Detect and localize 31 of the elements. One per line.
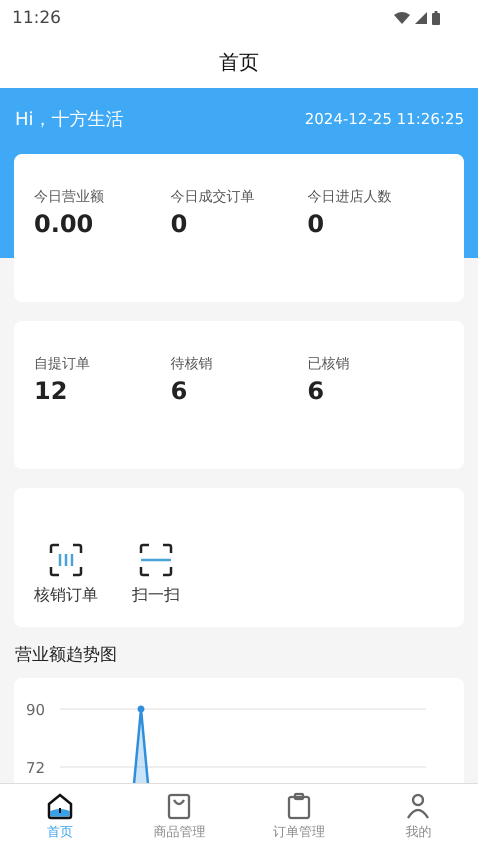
axis-label: 90 (26, 701, 46, 719)
stat-label: 今日成交订单 (170, 188, 256, 206)
page-title: 首页 (219, 48, 259, 76)
home-icon (46, 792, 74, 820)
stat-label: 今日进店人数 (307, 188, 392, 206)
tab[interactable]: 我的 (358, 784, 478, 850)
status-time: 11:26 (12, 8, 61, 28)
stat-label: 自提订单 (34, 355, 91, 373)
axis-label: 72 (26, 759, 46, 777)
verify-order-button[interactable]: 核销订单 (24, 539, 108, 610)
scan-icon (139, 543, 173, 577)
battery-icon (432, 11, 440, 25)
stat-value: 0 (307, 210, 326, 238)
greeting: Hi，十方生活 (15, 108, 124, 131)
stat-value: 6 (170, 377, 188, 405)
signal-icon (415, 12, 427, 24)
scan-button[interactable]: 扫一扫 (122, 539, 190, 610)
stat-value: 12 (34, 377, 68, 405)
stat-value: 0.00 (34, 210, 94, 238)
stat-label: 今日营业额 (34, 188, 105, 206)
wifi-icon (394, 12, 410, 24)
stat-value: 6 (307, 377, 326, 405)
section-title: 营业额趋势图 (14, 644, 118, 667)
tab[interactable]: 首页 (0, 784, 120, 850)
datetime: 2024-12-25 11:26:25 (304, 110, 464, 128)
stat-value: 0 (170, 210, 188, 238)
tab[interactable]: 商品管理 (120, 784, 239, 850)
barcode-scan-icon (49, 543, 83, 577)
tab[interactable]: 订单管理 (239, 784, 358, 850)
stat-label: 已核销 (307, 355, 350, 373)
stat-label: 待核销 (170, 355, 214, 373)
